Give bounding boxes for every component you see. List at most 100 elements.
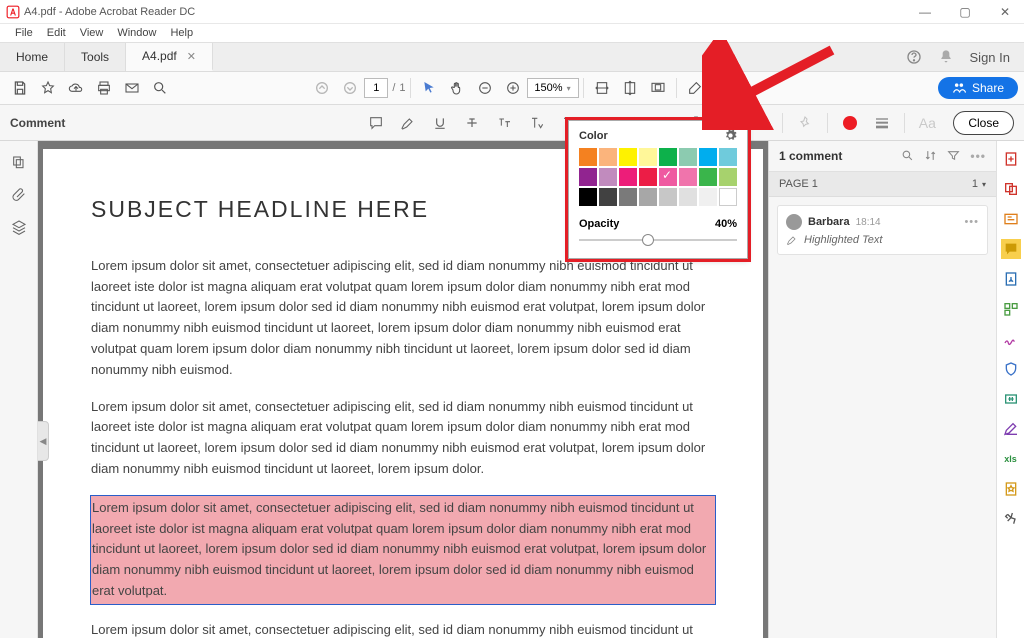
layers-icon[interactable] — [11, 219, 27, 235]
color-swatch[interactable] — [659, 168, 677, 186]
sign-icon[interactable] — [709, 74, 737, 102]
color-swatch[interactable] — [639, 168, 657, 186]
comment-options-icon[interactable]: ••• — [964, 216, 979, 228]
save-icon[interactable] — [6, 74, 34, 102]
color-swatch[interactable] — [599, 168, 617, 186]
bell-icon[interactable] — [938, 49, 954, 65]
color-swatch[interactable] — [719, 148, 737, 166]
menu-file[interactable]: File — [8, 27, 40, 39]
tab-document-close-icon[interactable]: ✕ — [187, 50, 196, 63]
tabbar: Home Tools A4.pdf ✕ Sign In — [0, 42, 1024, 71]
tab-home[interactable]: Home — [0, 43, 65, 71]
fit-window-icon[interactable] — [616, 74, 644, 102]
font-icon[interactable]: Aa — [913, 109, 941, 137]
rail-export-icon[interactable] — [1001, 269, 1021, 289]
mail-icon[interactable] — [118, 74, 146, 102]
rail-organize-icon[interactable] — [1001, 299, 1021, 319]
color-swatch[interactable] — [619, 168, 637, 186]
pin-icon[interactable] — [791, 109, 819, 137]
color-swatch[interactable] — [679, 188, 697, 206]
rail-sign-icon[interactable] — [1001, 329, 1021, 349]
underline-icon[interactable] — [426, 109, 454, 137]
color-swatch[interactable] — [599, 188, 617, 206]
fit-width-icon[interactable] — [588, 74, 616, 102]
rail-star-icon[interactable] — [1001, 479, 1021, 499]
line-thickness-icon[interactable] — [868, 109, 896, 137]
page-down-icon[interactable] — [336, 74, 364, 102]
close-comment-button[interactable]: Close — [953, 111, 1014, 135]
search-icon[interactable] — [146, 74, 174, 102]
rail-fill-sign-icon[interactable] — [1001, 419, 1021, 439]
rail-xls-icon[interactable]: xls — [1001, 449, 1021, 469]
cursor-icon[interactable] — [415, 74, 443, 102]
rail-compress-icon[interactable] — [1001, 389, 1021, 409]
opacity-slider[interactable] — [579, 234, 737, 246]
sidebar-handle-icon[interactable]: ◀ — [38, 421, 49, 461]
attachments-icon[interactable] — [11, 187, 27, 203]
color-swatch[interactable] — [619, 148, 637, 166]
color-swatch[interactable] — [619, 188, 637, 206]
share-button[interactable]: Share — [938, 77, 1018, 99]
sticky-note-icon[interactable] — [362, 109, 390, 137]
view-mode-icon[interactable] — [644, 74, 672, 102]
color-dot-icon[interactable] — [836, 109, 864, 137]
help-icon[interactable] — [906, 49, 922, 65]
color-swatch[interactable] — [699, 188, 717, 206]
highlight-tool-icon[interactable] — [394, 109, 422, 137]
page-input[interactable] — [364, 78, 388, 98]
eraser-icon[interactable] — [681, 74, 709, 102]
highlighted-paragraph[interactable]: Lorem ipsum dolor sit amet, consectetuer… — [91, 496, 715, 604]
color-swatch[interactable] — [699, 168, 717, 186]
main-toolbar: / 1 150%▾ Share — [0, 71, 1024, 105]
comments-filter-icon[interactable] — [947, 149, 960, 163]
rail-protect-icon[interactable] — [1001, 359, 1021, 379]
comment-item[interactable]: Barbara 18:14 ••• Highlighted Text — [777, 205, 988, 255]
zoom-in-icon[interactable] — [499, 74, 527, 102]
menu-help[interactable]: Help — [163, 27, 200, 39]
color-swatch[interactable] — [599, 148, 617, 166]
max-button[interactable]: ▢ — [952, 1, 978, 23]
strikethrough-icon[interactable] — [458, 109, 486, 137]
comments-sort-icon[interactable] — [924, 149, 937, 163]
color-swatch[interactable] — [699, 148, 717, 166]
menu-window[interactable]: Window — [110, 27, 163, 39]
gear-icon[interactable] — [724, 129, 737, 142]
print-icon[interactable] — [90, 74, 118, 102]
zoom-display[interactable]: 150%▾ — [527, 78, 579, 98]
insert-text-icon[interactable] — [522, 109, 550, 137]
rail-combine-icon[interactable] — [1001, 179, 1021, 199]
color-swatch[interactable] — [639, 148, 657, 166]
close-window-button[interactable]: ✕ — [992, 1, 1018, 23]
color-swatch[interactable] — [579, 168, 597, 186]
tab-document[interactable]: A4.pdf ✕ — [126, 43, 213, 71]
page-up-icon[interactable] — [308, 74, 336, 102]
color-swatch[interactable] — [679, 168, 697, 186]
shapes-icon[interactable] — [746, 109, 774, 137]
rail-comment-icon[interactable] — [1001, 239, 1021, 259]
upload-cloud-icon[interactable] — [62, 74, 90, 102]
replace-text-icon[interactable] — [490, 109, 518, 137]
rail-edit-pdf-icon[interactable] — [1001, 209, 1021, 229]
zoom-out-icon[interactable] — [471, 74, 499, 102]
menu-view[interactable]: View — [73, 27, 111, 39]
rail-create-pdf-icon[interactable] — [1001, 149, 1021, 169]
star-icon[interactable] — [34, 74, 62, 102]
color-swatch[interactable] — [659, 188, 677, 206]
thumbnails-icon[interactable] — [11, 155, 27, 171]
color-swatch[interactable] — [719, 188, 737, 206]
color-swatch[interactable] — [579, 188, 597, 206]
comments-page-section[interactable]: PAGE 1 1 ▾ — [769, 172, 996, 197]
color-swatch[interactable] — [659, 148, 677, 166]
hand-icon[interactable] — [443, 74, 471, 102]
color-swatch[interactable] — [579, 148, 597, 166]
comments-search-icon[interactable] — [901, 149, 914, 163]
comments-options-icon[interactable]: ••• — [970, 149, 986, 163]
color-swatch[interactable] — [719, 168, 737, 186]
rail-more-tools-icon[interactable] — [1001, 509, 1021, 529]
signin-button[interactable]: Sign In — [970, 50, 1010, 65]
color-swatch[interactable] — [679, 148, 697, 166]
min-button[interactable]: — — [912, 1, 938, 23]
menu-edit[interactable]: Edit — [40, 27, 73, 39]
tab-tools[interactable]: Tools — [65, 43, 126, 71]
color-swatch[interactable] — [639, 188, 657, 206]
